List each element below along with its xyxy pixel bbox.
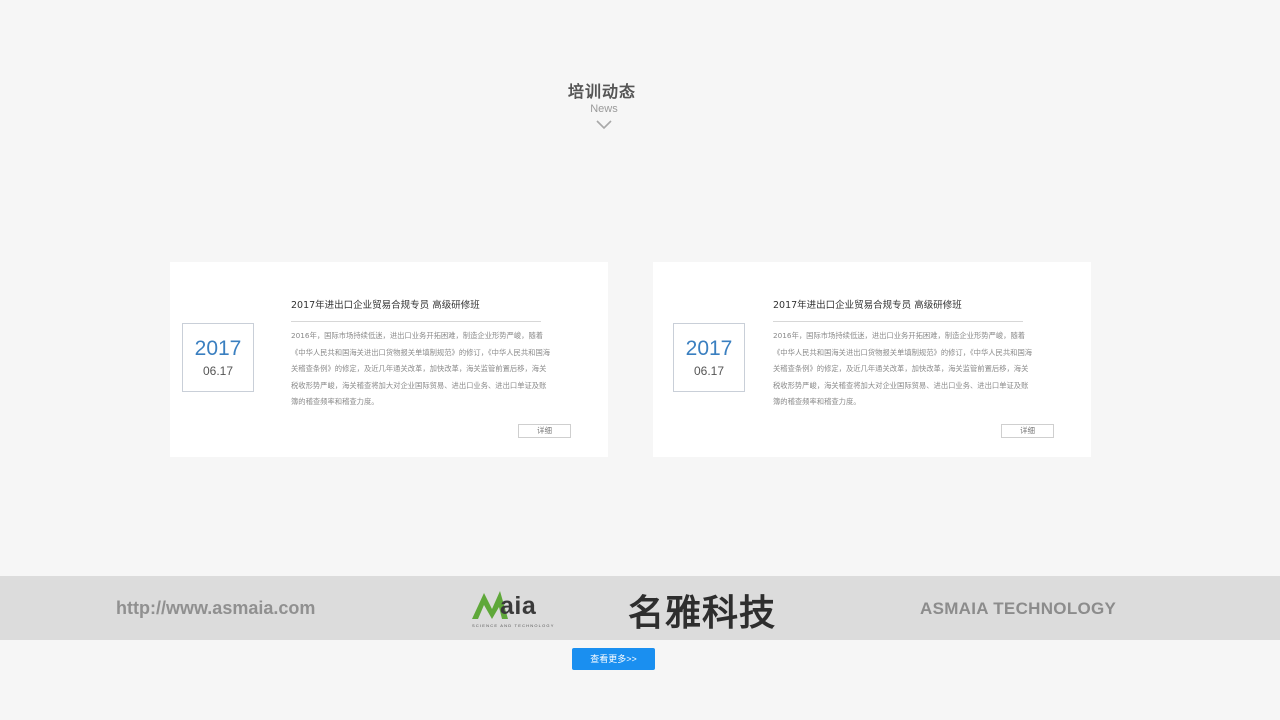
detail-button[interactable]: 详细 bbox=[518, 424, 571, 438]
card-divider bbox=[773, 321, 1023, 322]
logo-wordmark: aia bbox=[500, 592, 537, 620]
card-title[interactable]: 2017年进出口企业贸易合规专员 高级研修班 bbox=[773, 297, 962, 311]
brand-banner: http://www.asmaia.com aia SCIENCE AND TE… bbox=[0, 576, 1280, 640]
logo-tagline: SCIENCE AND TECHNOLOGY bbox=[472, 623, 555, 628]
section-title: 培训动态 bbox=[567, 82, 636, 101]
website-url: http://www.asmaia.com bbox=[116, 598, 316, 618]
card-summary: 2016年，国际市场持续低迷，进出口业务开拓困难，制造企业形势严峻，随着《中华人… bbox=[773, 331, 1033, 407]
date-year: 2017 bbox=[194, 337, 242, 360]
news-card: 2017 06.17 2017年进出口企业贸易合规专员 高级研修班 2016年，… bbox=[653, 262, 1091, 457]
brand-name-en: ASMAIA TECHNOLOGY bbox=[920, 599, 1117, 618]
date-box: 2017 06.17 bbox=[182, 323, 254, 392]
news-card: 2017 06.17 2017年进出口企业贸易合规专员 高级研修班 2016年，… bbox=[170, 262, 608, 457]
card-divider bbox=[291, 321, 541, 322]
card-title[interactable]: 2017年进出口企业贸易合规专员 高级研修班 bbox=[291, 297, 480, 311]
brand-name-cn: 名雅科技 bbox=[628, 593, 777, 634]
card-summary: 2016年，国际市场持续低迷，进出口业务开拓困难，制造企业形势严峻，随着《中华人… bbox=[291, 331, 551, 407]
date-month-day: 06.17 bbox=[202, 364, 234, 378]
date-box: 2017 06.17 bbox=[673, 323, 745, 392]
section-subtitle: News bbox=[590, 103, 618, 115]
detail-button[interactable]: 详细 bbox=[1001, 424, 1054, 438]
view-more-button[interactable]: 查看更多>> bbox=[572, 648, 655, 670]
maia-logo: aia SCIENCE AND TECHNOLOGY bbox=[470, 583, 582, 633]
date-month-day: 06.17 bbox=[693, 364, 725, 378]
date-year: 2017 bbox=[685, 337, 733, 360]
chevron-down-icon bbox=[596, 120, 612, 130]
